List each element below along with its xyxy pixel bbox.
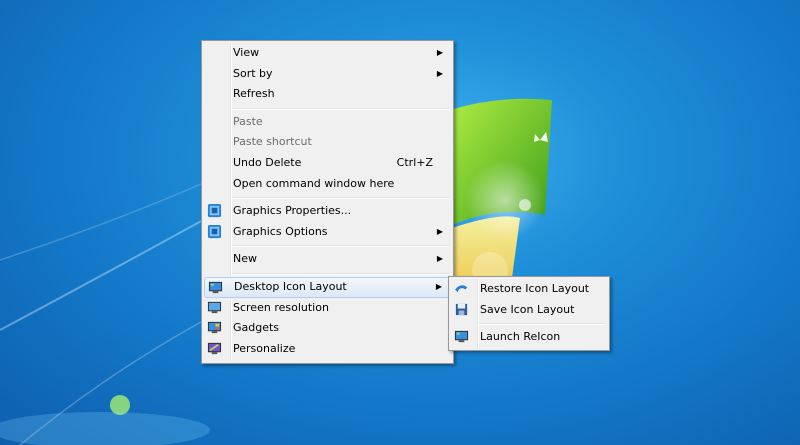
graphics-icon: [207, 204, 222, 218]
menu-item-label: Refresh: [233, 87, 275, 101]
menu-item-label: Launch ReIcon: [480, 330, 561, 344]
submenu-arrow-icon: ▶: [436, 48, 443, 57]
menu-item-sort-by[interactable]: Sort by ▶: [204, 64, 451, 85]
menu-item-label: New: [233, 252, 257, 266]
submenu-arrow-icon: ▶: [436, 226, 443, 236]
menu-item-launch-reicon[interactable]: Launch ReIcon: [451, 327, 607, 348]
shortcut-label: Ctrl+Z: [396, 155, 433, 169]
personalize-icon: [207, 342, 222, 354]
menu-item-label: Open command window here: [233, 176, 395, 190]
submenu-arrow-icon: ▶: [435, 281, 442, 291]
monitor-icon: [208, 281, 223, 294]
menu-item-label: Gadgets: [233, 321, 280, 335]
menu-item-label: Save Icon Layout: [480, 302, 575, 316]
menu-item-undo-delete[interactable]: Undo Delete Ctrl+Z: [204, 153, 451, 174]
menu-item-paste-shortcut[interactable]: Paste shortcut: [204, 132, 451, 153]
menu-item-label: View: [233, 46, 260, 59]
menu-item-label: Desktop Icon Layout: [234, 279, 347, 293]
menu-item-restore-icon-layout[interactable]: Restore Icon Layout: [451, 279, 607, 300]
menu-item-label: Undo Delete: [233, 155, 302, 169]
menu-separator: [204, 242, 451, 249]
menu-item-desktop-icon-layout[interactable]: Desktop Icon Layout ▶: [204, 276, 451, 298]
menu-item-label: Paste shortcut: [233, 135, 312, 149]
menu-item-graphics-options[interactable]: Graphics Options ▶: [204, 222, 451, 243]
menu-item-label: Graphics Properties...: [233, 204, 352, 218]
submenu-arrow-icon: ▶: [436, 68, 443, 78]
menu-separator: [204, 270, 451, 277]
menu-item-gadgets[interactable]: Gadgets: [204, 318, 451, 339]
graphics-icon: [207, 224, 222, 238]
menu-item-label: Sort by: [233, 66, 273, 80]
menu-item-refresh[interactable]: Refresh: [204, 84, 451, 105]
menu-item-screen-resolution[interactable]: Screen resolution: [204, 298, 451, 319]
menu-separator: [204, 194, 451, 201]
screen-resolution-icon: [207, 301, 222, 313]
desktop-context-menu: View ▶ Sort by ▶ Refresh Paste Paste sho…: [201, 40, 454, 364]
menu-item-paste[interactable]: Paste: [204, 112, 451, 133]
menu-item-personalize[interactable]: Personalize: [204, 339, 451, 360]
gadgets-icon: [207, 322, 222, 334]
menu-item-label: Screen resolution: [233, 300, 329, 314]
menu-item-label: Restore Icon Layout: [480, 282, 590, 295]
menu-item-view[interactable]: View ▶: [204, 43, 451, 64]
save-icon: [455, 303, 468, 315]
restore-icon: [454, 285, 468, 293]
menu-item-label: Graphics Options: [233, 224, 328, 238]
monitor-icon: [454, 331, 469, 343]
menu-item-label: Paste: [233, 114, 263, 128]
desktop-icon-layout-submenu: Restore Icon Layout Save Icon Layout Lau…: [448, 276, 610, 351]
menu-separator: [204, 105, 451, 112]
menu-separator: [451, 320, 607, 327]
menu-item-open-command-window[interactable]: Open command window here: [204, 174, 451, 195]
menu-item-label: Personalize: [233, 341, 296, 355]
submenu-arrow-icon: ▶: [436, 254, 443, 264]
menu-item-graphics-properties[interactable]: Graphics Properties...: [204, 201, 451, 222]
menu-item-new[interactable]: New ▶: [204, 249, 451, 270]
menu-item-save-icon-layout[interactable]: Save Icon Layout: [451, 300, 607, 321]
